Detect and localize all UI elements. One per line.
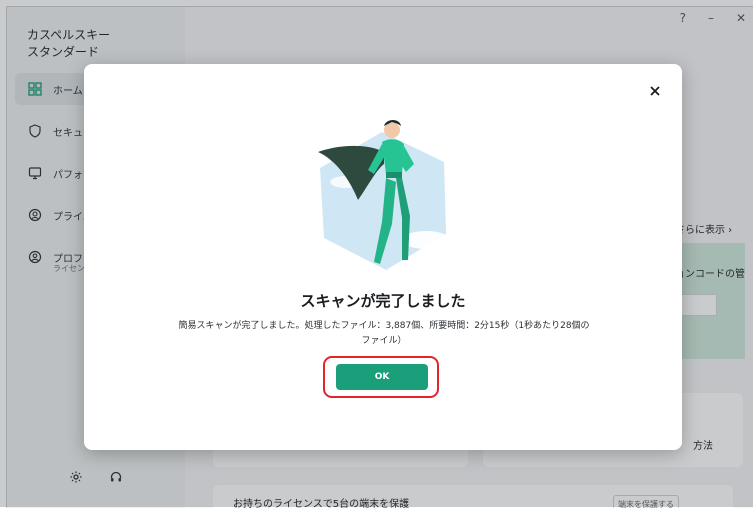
superhero-illustration [318,120,450,270]
scan-complete-dialog: スキャンが完了しました 簡易スキャンが完了しました。処理したファイル：3,887… [84,64,682,450]
close-dialog-button[interactable] [646,82,664,100]
dialog-message: 簡易スキャンが完了しました。処理したファイル：3,887個、所要時間：2分15秒… [178,321,590,346]
dialog-title: スキャンが完了しました [300,292,466,310]
close-icon [650,86,660,96]
ok-button[interactable]: OK [336,364,428,390]
